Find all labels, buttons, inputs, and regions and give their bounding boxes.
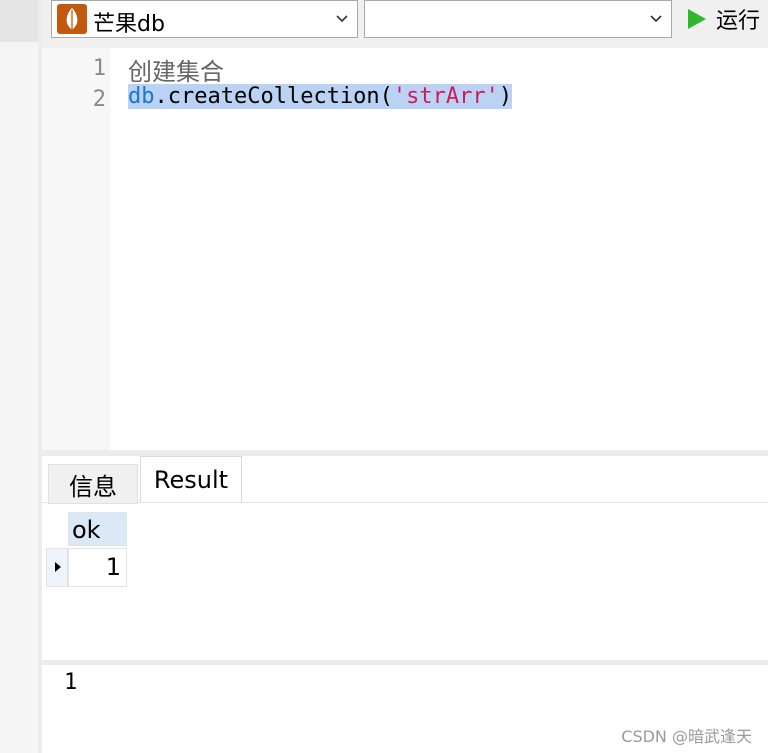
grid-cell[interactable]: 1	[68, 548, 127, 587]
code-line-selected: db.createCollection('strArr')	[128, 84, 513, 109]
chevron-down-icon	[650, 15, 662, 23]
chevron-down-icon	[336, 15, 348, 23]
run-button-label: 运行	[716, 9, 761, 34]
left-panel-header	[0, 0, 38, 42]
code-paren-open: (	[379, 84, 393, 109]
code-dot: .	[154, 84, 168, 109]
tab-result[interactable]: Result	[140, 456, 242, 502]
code-paren-close: )	[498, 84, 513, 109]
results-status-splitter[interactable]	[42, 660, 768, 665]
database-select[interactable]: 芒果db	[51, 0, 358, 38]
code-editor[interactable]: 1 2 创建集合 db.createCollection('strArr')	[42, 48, 768, 450]
left-panel	[0, 0, 38, 753]
database-select-value: 芒果db	[93, 12, 165, 37]
play-icon	[688, 9, 706, 29]
result-tabs: 信息 Result	[42, 456, 768, 504]
line-number: 1	[92, 56, 106, 81]
row-selector[interactable]	[46, 548, 68, 587]
tab-info[interactable]: 信息	[48, 464, 138, 504]
watermark: CSDN @暗武逢天	[621, 727, 752, 746]
status-output: 1	[64, 670, 78, 695]
code-object: db	[128, 84, 155, 109]
line-number-gutter: 1 2	[42, 48, 110, 450]
code-comment-line: 创建集合	[128, 58, 224, 86]
grid-corner	[46, 512, 68, 546]
code-method: createCollection	[167, 84, 380, 109]
tab-result-label: Result	[153, 465, 229, 494]
collection-select[interactable]	[364, 0, 672, 38]
mongodb-leaf-icon	[57, 4, 87, 34]
code-string-arg: 'strArr'	[392, 84, 499, 109]
line-number: 2	[92, 87, 106, 112]
current-row-arrow-icon	[55, 562, 61, 572]
tab-info-label: 信息	[69, 472, 117, 501]
run-button[interactable]: 运行	[686, 4, 760, 34]
column-header-ok[interactable]: ok	[68, 512, 127, 546]
